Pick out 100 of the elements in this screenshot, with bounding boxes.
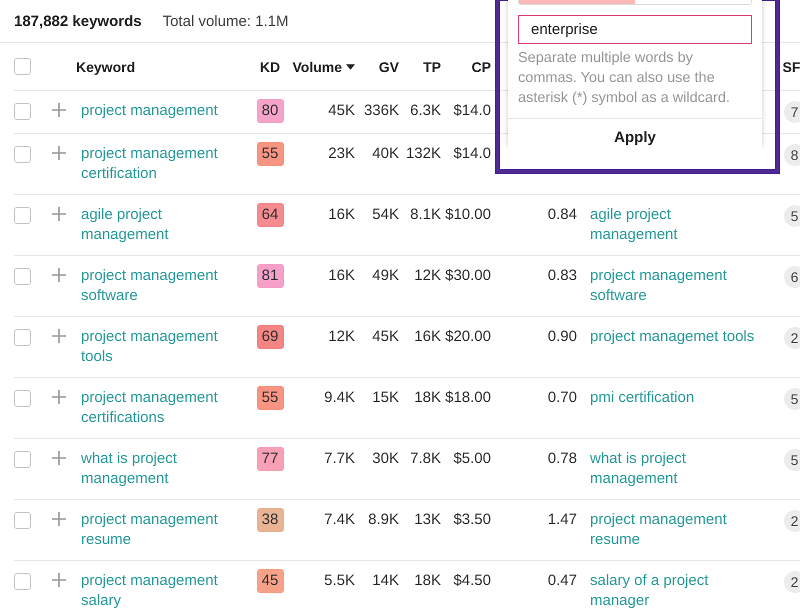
parent-topic-link[interactable]: project management resume [577,510,755,550]
serp-features-count: 7 [784,101,800,123]
keyword-link[interactable]: agile project management [76,205,236,245]
plus-icon[interactable] [52,146,66,160]
table-cell-text: 23K [327,144,355,164]
table-cell-text: 336K [362,101,399,121]
table-cell-text: 8.9K [367,510,399,530]
column-header[interactable]: TP [399,56,441,76]
plus-icon[interactable] [52,207,66,221]
row-checkbox[interactable] [14,573,31,590]
row-checkbox[interactable] [14,451,31,468]
table-cell-text: 16K [413,327,441,347]
parent-topic-link[interactable]: salary of a project manager [577,571,755,611]
plus-icon[interactable] [52,512,66,526]
parent-topic-link[interactable]: agile project management [577,205,755,245]
table-cell-text: 0.47 [546,571,577,591]
table-cell-text: 0.83 [546,266,577,286]
table-cell-text: 132K [404,144,441,164]
plus-icon[interactable] [52,390,66,404]
row-checkbox[interactable] [14,512,31,529]
serp-features-count: 5 [784,388,800,410]
select-all-checkbox[interactable] [14,58,31,75]
keyword-link[interactable]: project management certification [76,144,236,184]
table-cell-text: 16K [327,205,355,225]
parent-topic-link[interactable]: pmi certification [577,388,755,408]
table-cell-text: 12K [413,266,441,286]
plus-icon[interactable] [52,103,66,117]
hint-text: Separate multiple words by commas. You can also use the asterisk (*) symbol as a wildcard. [518,49,731,108]
table-cell-text: 49K [371,266,399,286]
table-cell-text: 54K [371,205,399,225]
sort-down-icon [346,64,355,70]
filter-input-field[interactable]: enterprise [518,15,752,44]
table-cell-text: 13K [413,510,441,530]
serp-features-count: 2 [784,510,800,532]
keyword-link[interactable]: project management [76,101,236,121]
keyword-link[interactable]: project management tools [76,327,236,367]
plus-icon[interactable] [52,329,66,343]
difficulty-badge: 55 [256,142,284,166]
table-cell-text: 0.78 [546,449,577,469]
column-header[interactable]: CP [441,56,491,76]
column-header[interactable]: SF [769,56,800,76]
table-cell-text: 45K [327,101,355,121]
difficulty-badge: 38 [256,508,284,532]
row-checkbox[interactable] [14,390,31,407]
row-checkbox[interactable] [14,207,31,224]
table-cell-text: 45K [371,327,399,347]
row-checkbox[interactable] [14,268,31,285]
parent-topic-link[interactable]: what is project management [577,449,755,489]
table-cell-text: 14K [371,571,399,591]
difficulty-badge: 77 [256,447,284,471]
table-cell-text: $4.50 [452,571,491,591]
table-cell-text: 18K [413,571,441,591]
difficulty-badge: 80 [256,99,284,123]
table-cell-text: 8.1K [409,205,441,225]
table-cell-text: 40K [371,144,399,164]
table-cell-text: 0.90 [546,327,577,347]
table-cell-text: $14.0 [452,101,491,121]
row-checkbox[interactable] [14,103,31,120]
table-cell-text: $10.00 [444,205,491,225]
table-cell-text: $20.00 [444,327,491,347]
serp-features-count: 8 [784,144,800,166]
table-cell-text: 18K [413,388,441,408]
keyword-link[interactable]: what is project management [76,449,236,489]
table-cell-text: 0.84 [546,205,577,225]
table-cell-text: $3.50 [452,510,491,530]
column-header[interactable]: Keyword [76,56,249,76]
serp-features-count: 5 [784,449,800,471]
row-checkbox[interactable] [14,146,31,163]
table-cell-text: 16K [327,266,355,286]
table-cell-text: 7.8K [409,449,441,469]
table-cell-text: 1.47 [546,510,577,530]
parent-topic-link[interactable]: project managemet tools [577,327,755,347]
table-cell-text: 6.3K [409,101,441,121]
keyword-link[interactable]: project management salary [76,571,236,611]
column-header[interactable]: Volume [291,56,355,76]
keyword-link[interactable]: project management software [76,266,236,306]
total-volume: Total volume: 1.1M [162,12,288,30]
difficulty-badge: 69 [256,325,284,349]
keyword-link[interactable]: project management certifications [76,388,236,428]
table-cell-text: 15K [371,388,399,408]
parent-topic-link[interactable]: project management software [577,266,755,306]
table-cell-text: 9.4K [323,388,355,408]
plus-icon[interactable] [52,268,66,282]
serp-features-count: 2 [784,571,800,593]
plus-icon[interactable] [52,451,66,465]
difficulty-badge: 45 [256,569,284,593]
serp-features-count: 5 [784,205,800,227]
plus-icon[interactable] [52,573,66,587]
column-header[interactable]: GV [355,56,399,76]
keyword-link[interactable]: project management resume [76,510,236,550]
difficulty-badge: 55 [256,386,284,410]
difficulty-badge: 81 [256,264,284,288]
column-header[interactable]: KD [249,56,291,76]
keyword-count: 187,882 keywords [14,12,142,30]
table-cell-text: $5.00 [452,449,491,469]
row-checkbox[interactable] [14,329,31,346]
serp-features-count: 2 [784,327,800,349]
serp-features-count: 6 [784,266,800,288]
table-cell-text: 7.4K [323,510,355,530]
table-cell-text: 12K [327,327,355,347]
